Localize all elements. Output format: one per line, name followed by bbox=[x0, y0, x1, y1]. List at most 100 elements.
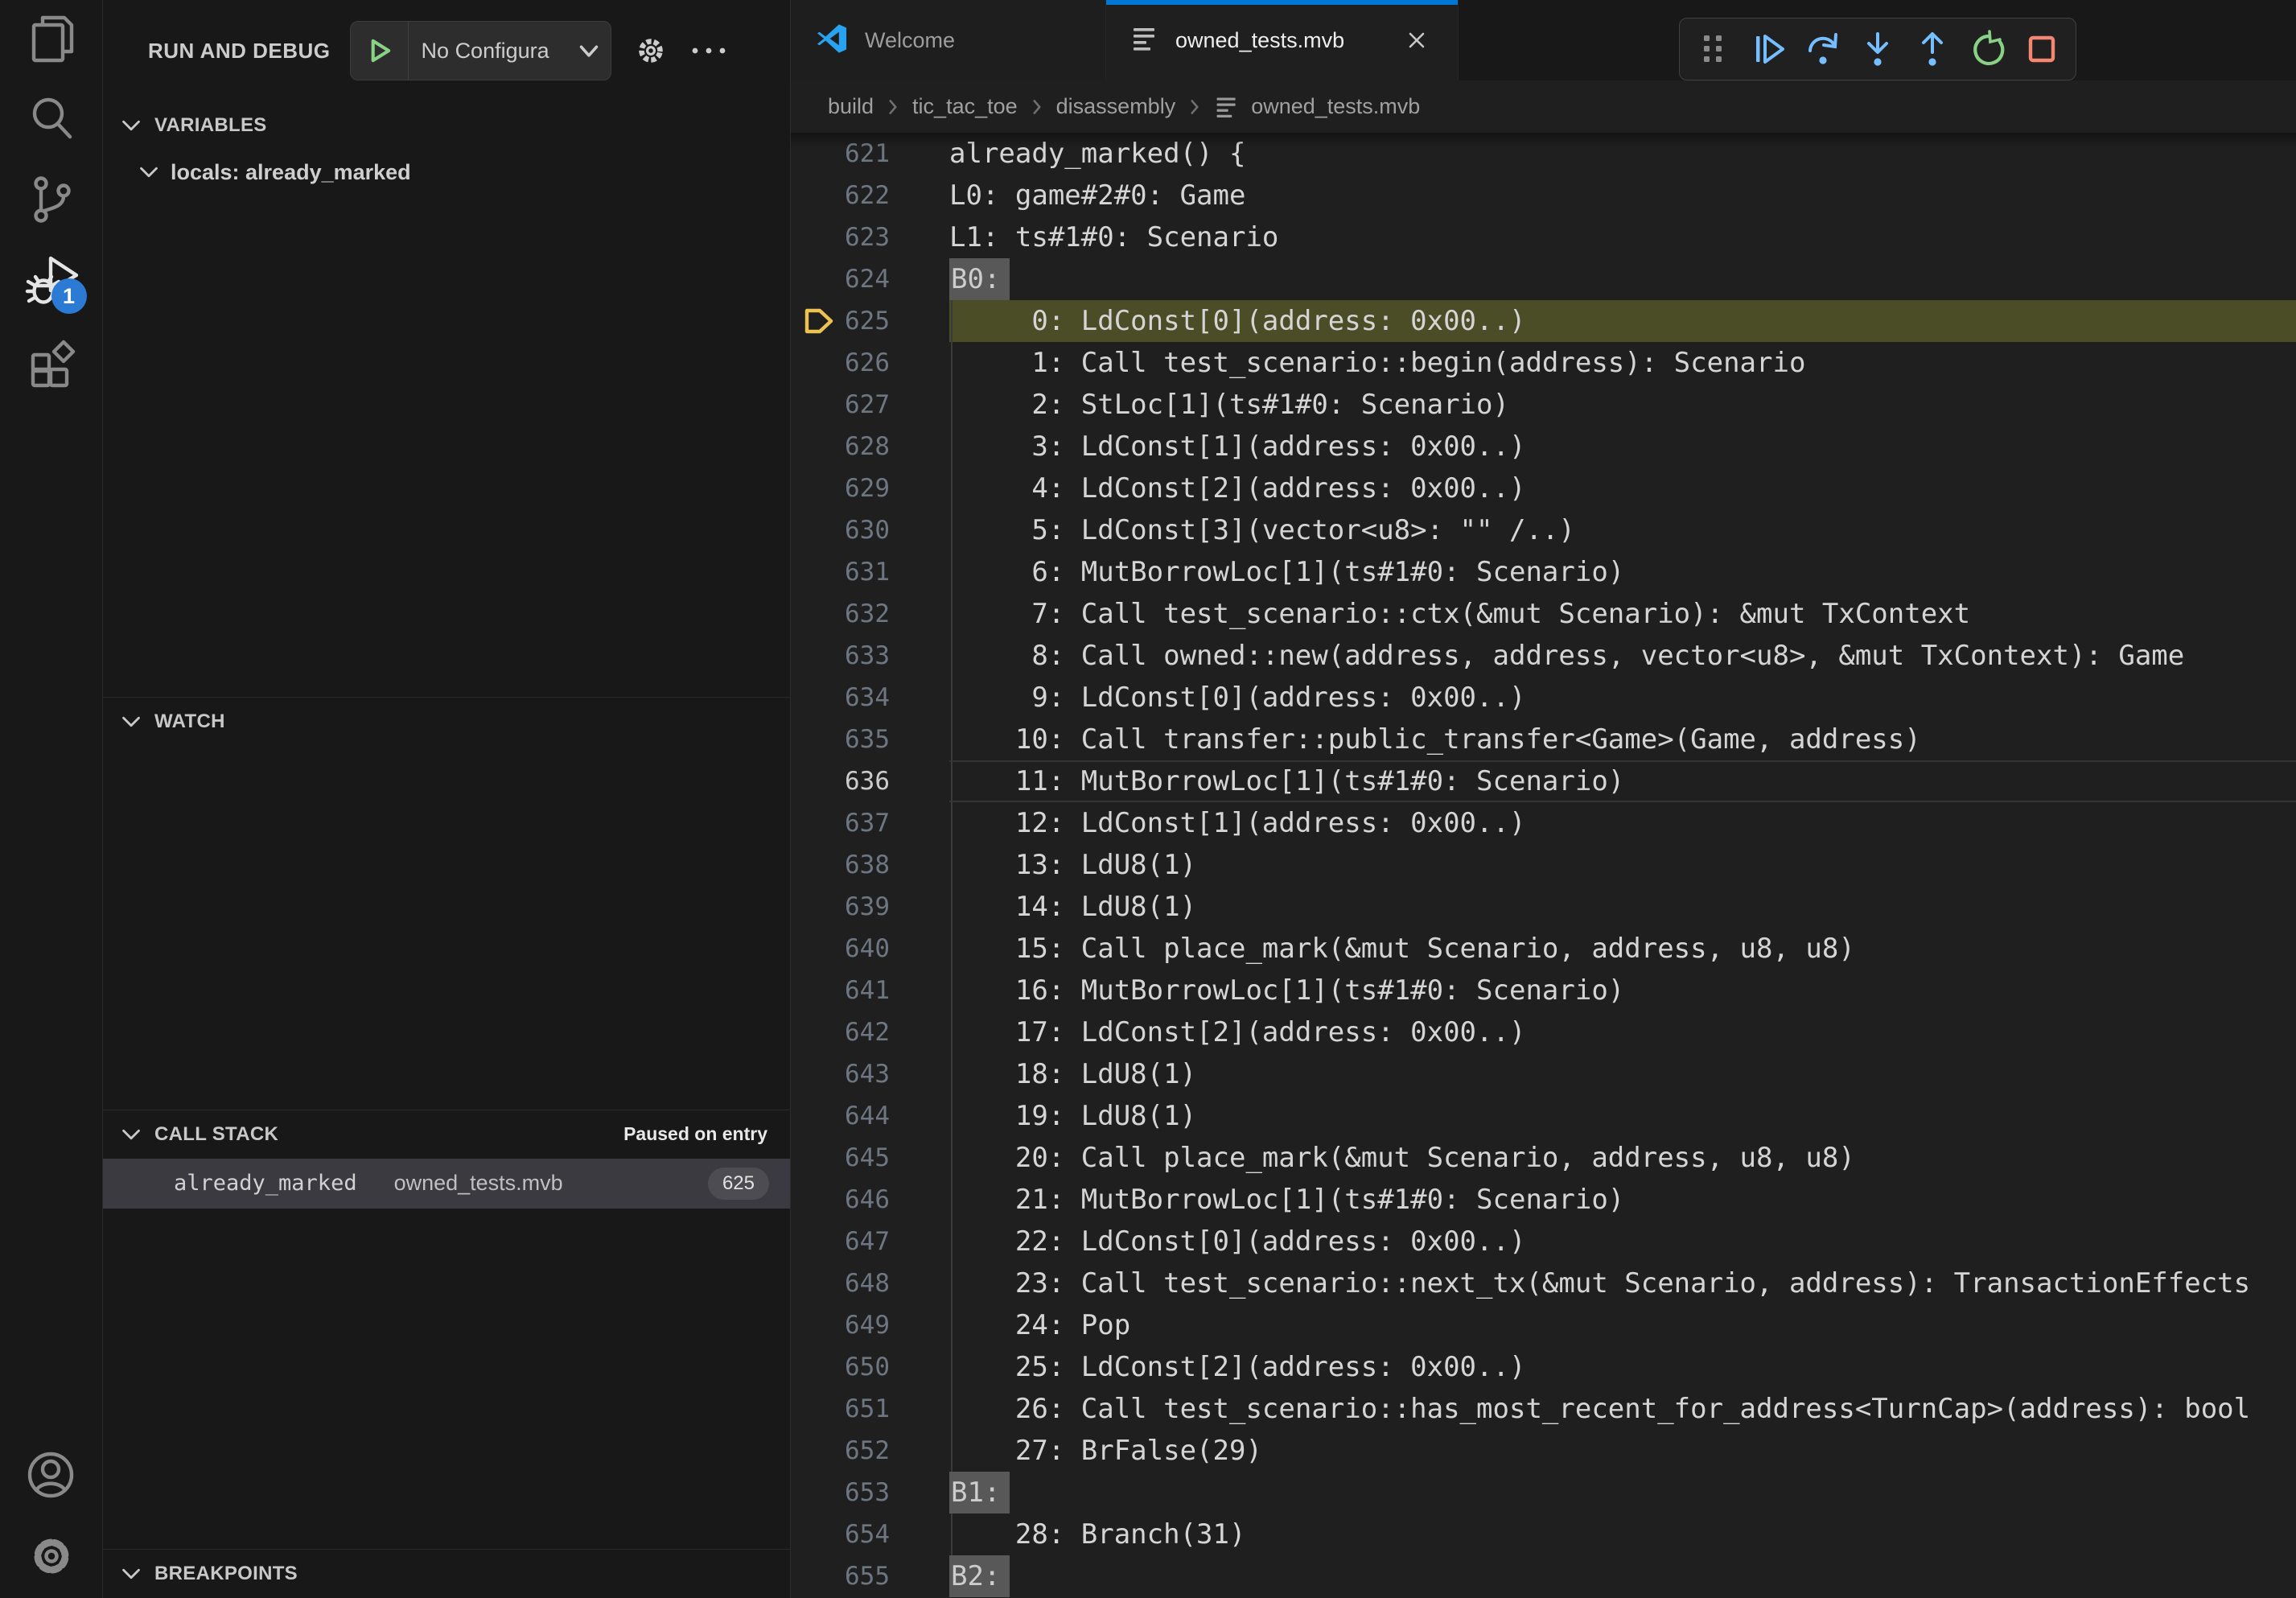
activity-item-settings[interactable] bbox=[0, 1518, 103, 1598]
breakpoint-gutter[interactable]: 624 bbox=[791, 258, 949, 300]
breakpoint-gutter[interactable]: 634 bbox=[791, 677, 949, 719]
code-text[interactable]: already_marked() { bbox=[949, 133, 2296, 175]
breakpoint-gutter[interactable]: 654 bbox=[791, 1514, 949, 1555]
activity-item-run-and-debug[interactable]: 1 bbox=[0, 241, 103, 322]
code-text[interactable]: 6: MutBorrowLoc[1](ts#1#0: Scenario) bbox=[949, 551, 2296, 593]
breakpoint-gutter[interactable]: 645 bbox=[791, 1137, 949, 1179]
code-text[interactable]: 5: LdConst[3](vector<u8>: "" /..) bbox=[949, 509, 2296, 551]
breakpoint-gutter[interactable]: 650 bbox=[791, 1346, 949, 1388]
breakpoint-gutter[interactable]: 652 bbox=[791, 1430, 949, 1472]
code-text[interactable]: 25: LdConst[2](address: 0x00..) bbox=[949, 1346, 2296, 1388]
breakpoint-gutter[interactable]: 639 bbox=[791, 886, 949, 928]
breakpoint-gutter[interactable]: 622 bbox=[791, 175, 949, 216]
code-text[interactable]: 22: LdConst[0](address: 0x00..) bbox=[949, 1221, 2296, 1262]
breakpoint-gutter[interactable]: 636 bbox=[791, 760, 949, 802]
code-text[interactable]: 23: Call test_scenario::next_tx(&mut Sce… bbox=[949, 1262, 2296, 1304]
activity-item-search[interactable] bbox=[0, 80, 103, 161]
breadcrumb-tic-tac-toe[interactable]: tic_tac_toe bbox=[912, 94, 1018, 119]
code-text[interactable]: 28: Branch(31) bbox=[949, 1514, 2296, 1555]
code-text[interactable]: 7: Call test_scenario::ctx(&mut Scenario… bbox=[949, 593, 2296, 635]
code-text[interactable]: L1: ts#1#0: Scenario bbox=[949, 216, 2296, 258]
code-text[interactable]: B1: bbox=[949, 1472, 2296, 1514]
activity-item-account[interactable] bbox=[0, 1437, 103, 1518]
start-debug-play-icon[interactable] bbox=[351, 22, 409, 80]
code-text[interactable]: 10: Call transfer::public_transfer<Game>… bbox=[949, 719, 2296, 760]
breakpoint-gutter[interactable]: 653 bbox=[791, 1472, 949, 1514]
code-text[interactable]: 8: Call owned::new(address, address, vec… bbox=[949, 635, 2296, 677]
breadcrumb-file[interactable]: owned_tests.mvb bbox=[1214, 94, 1420, 120]
stop-icon[interactable] bbox=[2021, 28, 2063, 70]
breakpoint-gutter[interactable]: 627 bbox=[791, 384, 949, 426]
stack-frame-row[interactable]: already_marked owned_tests.mvb 625 bbox=[103, 1159, 790, 1209]
more-actions-ellipsis-icon[interactable] bbox=[690, 46, 727, 56]
step-out-icon[interactable] bbox=[1911, 28, 1953, 70]
drag-handle[interactable] bbox=[1693, 28, 1734, 70]
code-text[interactable]: 15: Call place_mark(&mut Scenario, addre… bbox=[949, 928, 2296, 970]
debug-settings-gear-icon[interactable] bbox=[632, 32, 669, 69]
tab-owned-tests[interactable]: owned_tests.mvb bbox=[1106, 0, 1459, 80]
breakpoint-gutter[interactable]: 649 bbox=[791, 1304, 949, 1346]
code-text[interactable]: 24: Pop bbox=[949, 1304, 2296, 1346]
code-text[interactable]: 9: LdConst[0](address: 0x00..) bbox=[949, 677, 2296, 719]
breakpoint-gutter[interactable]: 643 bbox=[791, 1053, 949, 1095]
activity-item-extensions[interactable] bbox=[0, 322, 103, 402]
breakpoint-gutter[interactable]: 631 bbox=[791, 551, 949, 593]
code-text[interactable]: 18: LdU8(1) bbox=[949, 1053, 2296, 1095]
breakpoint-gutter[interactable]: 641 bbox=[791, 970, 949, 1011]
breakpoint-gutter[interactable]: 625 bbox=[791, 300, 949, 342]
code-text[interactable]: 11: MutBorrowLoc[1](ts#1#0: Scenario) bbox=[949, 760, 2296, 802]
activity-item-source-control[interactable] bbox=[0, 161, 103, 241]
code-text[interactable]: L0: game#2#0: Game bbox=[949, 175, 2296, 216]
breakpoint-gutter[interactable]: 626 bbox=[791, 342, 949, 384]
code-text[interactable]: 21: MutBorrowLoc[1](ts#1#0: Scenario) bbox=[949, 1179, 2296, 1221]
breakpoint-gutter[interactable]: 651 bbox=[791, 1388, 949, 1430]
breadcrumb-build[interactable]: build bbox=[828, 94, 874, 119]
breakpoint-gutter[interactable]: 642 bbox=[791, 1011, 949, 1053]
breakpoint-gutter[interactable]: 647 bbox=[791, 1221, 949, 1262]
code-text[interactable]: 27: BrFalse(29) bbox=[949, 1430, 2296, 1472]
code-text[interactable]: 16: MutBorrowLoc[1](ts#1#0: Scenario) bbox=[949, 970, 2296, 1011]
code-text[interactable]: 4: LdConst[2](address: 0x00..) bbox=[949, 467, 2296, 509]
breakpoint-gutter[interactable]: 630 bbox=[791, 509, 949, 551]
code-text[interactable]: B2: bbox=[949, 1555, 2296, 1597]
breakpoint-gutter[interactable]: 638 bbox=[791, 844, 949, 886]
breakpoint-gutter[interactable]: 646 bbox=[791, 1179, 949, 1221]
continue-icon[interactable] bbox=[1747, 28, 1789, 70]
code-text[interactable]: 13: LdU8(1) bbox=[949, 844, 2296, 886]
breakpoint-gutter[interactable]: 633 bbox=[791, 635, 949, 677]
code-text[interactable]: 1: Call test_scenario::begin(address): S… bbox=[949, 342, 2296, 384]
code-text[interactable]: 12: LdConst[1](address: 0x00..) bbox=[949, 802, 2296, 844]
step-over-icon[interactable] bbox=[1802, 28, 1844, 70]
debug-configuration-picker[interactable]: No Configura bbox=[350, 21, 611, 80]
code-text[interactable]: 14: LdU8(1) bbox=[949, 886, 2296, 928]
breakpoint-gutter[interactable]: 640 bbox=[791, 928, 949, 970]
breakpoint-gutter[interactable]: 648 bbox=[791, 1262, 949, 1304]
restart-icon[interactable] bbox=[1966, 28, 2008, 70]
activity-item-explorer[interactable] bbox=[0, 0, 103, 80]
call-stack-section-header[interactable]: CALL STACK Paused on entry bbox=[103, 1110, 790, 1159]
watch-section-header[interactable]: WATCH bbox=[103, 698, 790, 746]
code-text[interactable]: 3: LdConst[1](address: 0x00..) bbox=[949, 426, 2296, 467]
breakpoint-gutter[interactable]: 635 bbox=[791, 719, 949, 760]
step-into-icon[interactable] bbox=[1857, 28, 1899, 70]
code-text[interactable]: 26: Call test_scenario::has_most_recent_… bbox=[949, 1388, 2296, 1430]
breakpoint-gutter[interactable]: 621 bbox=[791, 133, 949, 175]
breakpoint-gutter[interactable]: 644 bbox=[791, 1095, 949, 1137]
breakpoint-gutter[interactable]: 628 bbox=[791, 426, 949, 467]
code-text[interactable]: 0: LdConst[0](address: 0x00..) bbox=[949, 300, 2296, 342]
breakpoint-gutter[interactable]: 637 bbox=[791, 802, 949, 844]
breakpoints-section-header[interactable]: BREAKPOINTS bbox=[103, 1550, 790, 1598]
locals-scope-row[interactable]: locals: already_marked bbox=[103, 150, 790, 195]
code-text[interactable]: 19: LdU8(1) bbox=[949, 1095, 2296, 1137]
code-text[interactable]: 2: StLoc[1](ts#1#0: Scenario) bbox=[949, 384, 2296, 426]
close-icon[interactable] bbox=[1400, 23, 1434, 57]
breakpoint-gutter[interactable]: 632 bbox=[791, 593, 949, 635]
breadcrumb-disassembly[interactable]: disassembly bbox=[1056, 94, 1176, 119]
breakpoint-gutter[interactable]: 629 bbox=[791, 467, 949, 509]
code-text[interactable]: B0: bbox=[949, 258, 2296, 300]
breakpoint-gutter[interactable]: 623 bbox=[791, 216, 949, 258]
code-text[interactable]: 20: Call place_mark(&mut Scenario, addre… bbox=[949, 1137, 2296, 1179]
breakpoint-gutter[interactable]: 655 bbox=[791, 1555, 949, 1597]
variables-section-header[interactable]: VARIABLES bbox=[103, 101, 790, 150]
tab-welcome[interactable]: Welcome bbox=[791, 0, 1106, 80]
